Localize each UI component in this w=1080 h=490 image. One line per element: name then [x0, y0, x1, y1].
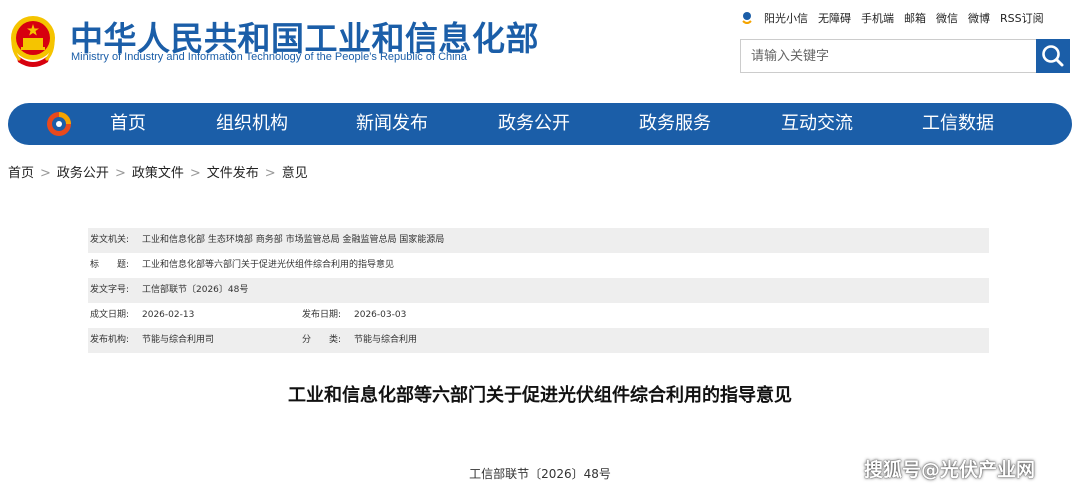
breadcrumb-separator: >	[264, 166, 276, 181]
published-date-value: 2026-03-03	[354, 310, 407, 320]
nav-item-gov-affairs[interactable]: 政务公开	[498, 103, 570, 145]
main-nav: 首页 组织机构 新闻发布 政务公开 政务服务 互动交流 工信数据	[8, 103, 1072, 145]
docno-value: 工信部联节〔2026〕48号	[142, 285, 249, 295]
meta-row-dates: 成文日期: 2026-02-13 发布日期: 2026-03-03	[88, 303, 989, 328]
document-title: 工业和信息化部等六部门关于促进光伏组件综合利用的指导意见	[288, 385, 792, 406]
toplink-rss[interactable]: RSS订阅	[1000, 10, 1044, 26]
watermark: 搜狐号@光伏产业网	[864, 459, 1036, 481]
title-value: 工业和信息化部等六部门关于促进光伏组件综合利用的指导意见	[142, 260, 395, 270]
breadcrumb: 首页 > 政务公开 > 政策文件 > 文件发布 > 意见	[8, 162, 308, 181]
toplink-wechat[interactable]: 微信	[936, 10, 958, 26]
issuer-label: 发文机关:	[90, 235, 130, 245]
breadcrumb-separator: >	[40, 166, 51, 181]
nav-item-home[interactable]: 首页	[110, 103, 146, 145]
category-label: 分 类:	[302, 335, 342, 345]
national-emblem-icon[interactable]	[8, 10, 58, 70]
breadcrumb-separator: >	[114, 166, 126, 181]
nav-item-news[interactable]: 新闻发布	[356, 103, 428, 145]
toplink-email[interactable]: 邮箱	[904, 10, 926, 26]
meta-row-docno: 发文字号: 工信部联节〔2026〕48号	[88, 278, 989, 303]
breadcrumb-releases[interactable]: 文件发布	[207, 166, 259, 181]
breadcrumb-current[interactable]: 意见	[282, 166, 308, 181]
nav-item-interaction[interactable]: 互动交流	[781, 103, 853, 145]
breadcrumb-separator: >	[189, 166, 201, 181]
site-subtitle: Ministry of Industry and Information Tec…	[71, 51, 467, 63]
top-links: 阳光小信 无障碍 手机端 邮箱 微信 微博 RSS订阅	[740, 10, 1075, 26]
category-value: 节能与综合利用	[354, 335, 418, 345]
breadcrumb-home[interactable]: 首页	[8, 166, 34, 181]
meta-row-issuer: 发文机关: 工业和信息化部 生态环境部 商务部 市场监管总局 金融监管总局 国家…	[88, 228, 989, 253]
docno-label: 发文字号:	[90, 285, 130, 295]
site-header: 中华人民共和国工业和信息化部 Ministry of Industry and …	[0, 0, 1080, 100]
created-date-label: 成文日期:	[90, 310, 130, 320]
issuer-value: 工业和信息化部 生态环境部 商务部 市场监管总局 金融监管总局 国家能源局	[142, 235, 445, 245]
meta-row-org: 发布机构: 节能与综合利用司 分 类: 节能与综合利用	[88, 328, 989, 353]
published-date-label: 发布日期:	[302, 310, 342, 320]
toplink-sunshine[interactable]: 阳光小信	[764, 10, 808, 26]
nav-item-organization[interactable]: 组织机构	[216, 103, 288, 145]
org-label: 发布机构:	[90, 335, 130, 345]
org-value: 节能与综合利用司	[142, 335, 215, 345]
toplink-mobile[interactable]: 手机端	[861, 10, 894, 26]
title-label: 标 题:	[90, 260, 130, 270]
sunshine-icon	[742, 12, 752, 24]
search-icon	[1042, 45, 1064, 67]
breadcrumb-gov-affairs[interactable]: 政务公开	[57, 166, 109, 181]
nav-item-data[interactable]: 工信数据	[922, 103, 994, 145]
document-metadata: 发文机关: 工业和信息化部 生态环境部 商务部 市场监管总局 金融监管总局 国家…	[88, 228, 989, 353]
search-button[interactable]	[1036, 39, 1070, 73]
toplink-weibo[interactable]: 微博	[968, 10, 990, 26]
search-input[interactable]	[741, 40, 1033, 72]
search-box	[740, 39, 1070, 73]
created-date-value: 2026-02-13	[142, 310, 195, 320]
miit-logo-icon[interactable]	[44, 109, 74, 139]
meta-row-title: 标 题: 工业和信息化部等六部门关于促进光伏组件综合利用的指导意见	[88, 253, 989, 278]
nav-item-gov-services[interactable]: 政务服务	[639, 103, 711, 145]
breadcrumb-policy[interactable]: 政策文件	[132, 166, 184, 181]
toplink-accessibility[interactable]: 无障碍	[818, 10, 851, 26]
